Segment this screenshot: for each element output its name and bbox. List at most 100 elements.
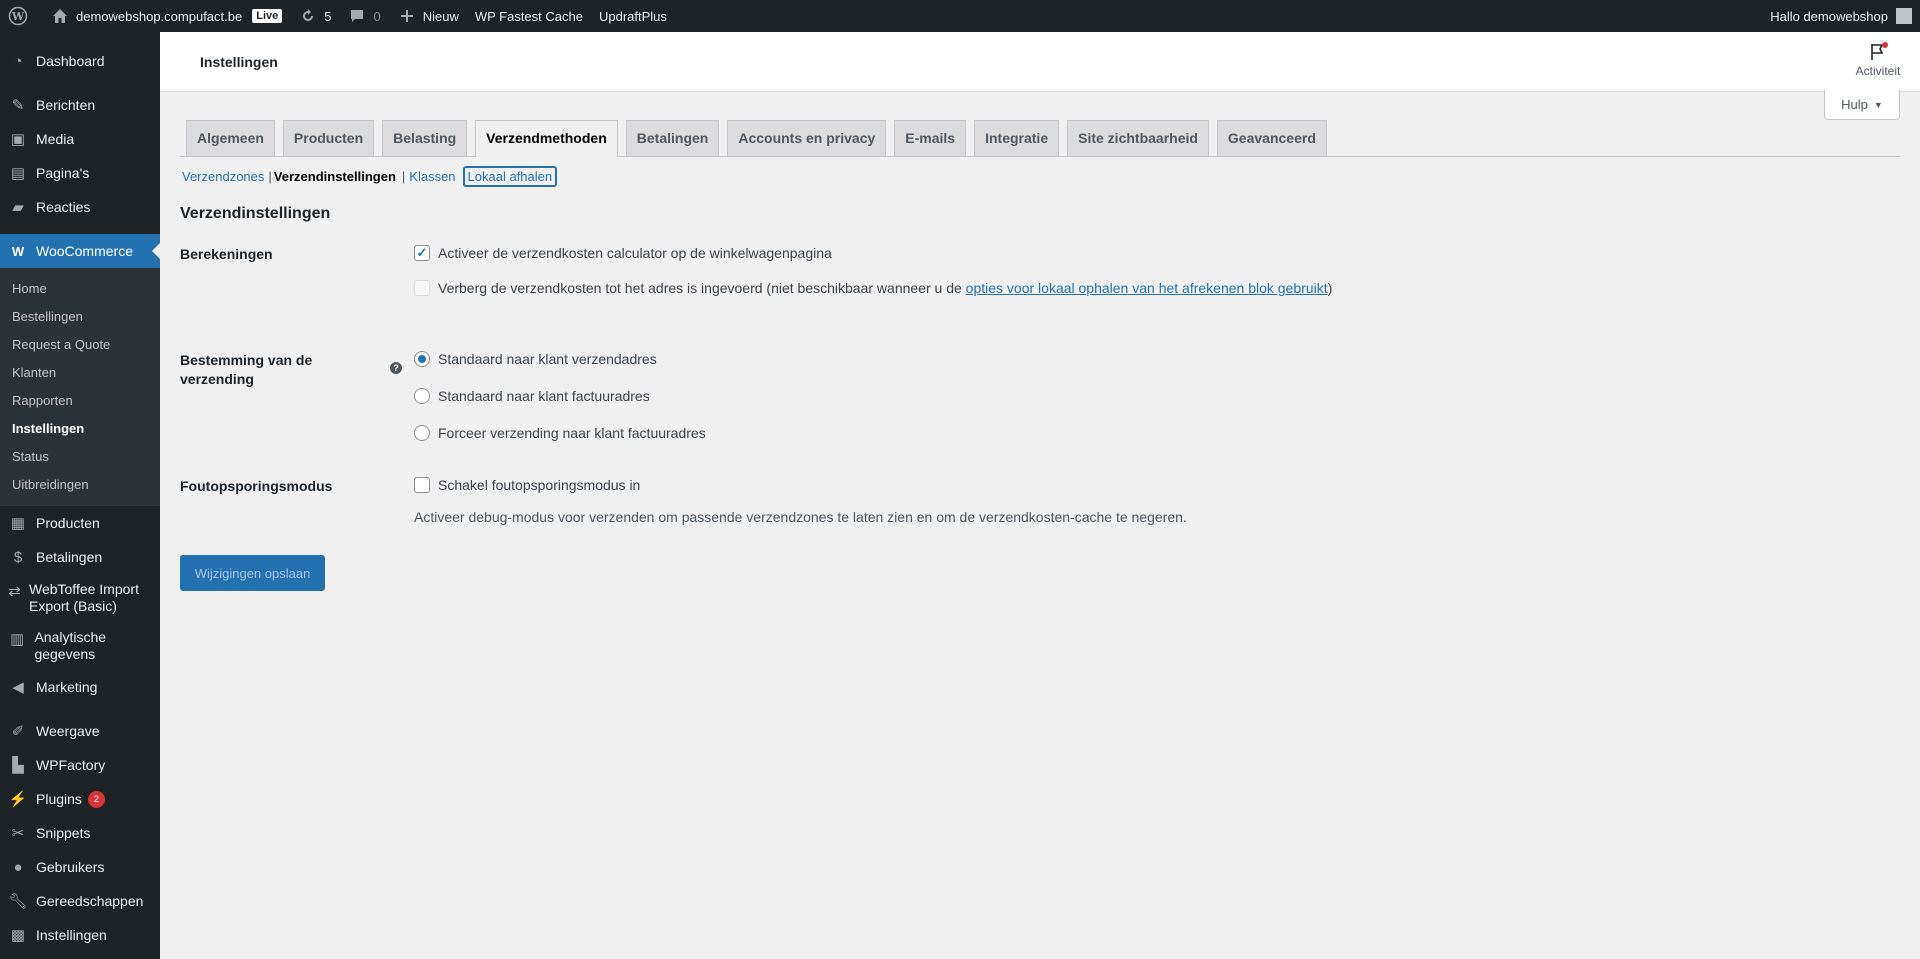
menu-settings-label: Instellingen: [36, 927, 107, 943]
help-button[interactable]: Hulp ▼: [1824, 90, 1900, 120]
updates-link[interactable]: 5: [290, 0, 339, 32]
destination-option-shipping[interactable]: Standaard naar klant verzendadres: [414, 351, 657, 367]
tab-emails[interactable]: E-mails: [894, 120, 967, 156]
tab-accounts-privacy[interactable]: Accounts en privacy: [727, 120, 887, 156]
new-content-link[interactable]: Nieuw: [389, 0, 467, 32]
destination-option-billing[interactable]: Standaard naar klant factuuradres: [414, 388, 650, 404]
megaphone-icon: ◀: [12, 679, 24, 696]
menu-media[interactable]: ▣ Media: [0, 122, 160, 156]
enable-calculator-checkbox[interactable]: ✓: [414, 245, 430, 261]
subnav-classes[interactable]: Klassen: [407, 169, 457, 184]
site-name-link[interactable]: demowebshop.compufact.be Live: [42, 0, 290, 32]
menu-snippets[interactable]: ✂ Snippets: [0, 816, 160, 850]
menu-posts-label: Berichten: [36, 97, 96, 113]
menu-analytics[interactable]: ▥ Analytische gegevens: [0, 622, 160, 670]
activity-label: Activiteit: [1855, 64, 1901, 78]
tab-advanced[interactable]: Geavanceerd: [1216, 120, 1327, 156]
destination-option-force-billing[interactable]: Forceer verzending naar klant factuuradr…: [414, 425, 706, 441]
debug-checkbox[interactable]: [414, 477, 430, 493]
menu-appearance[interactable]: ✐ Weergave: [0, 714, 160, 748]
tab-site-visibility[interactable]: Site zichtbaarheid: [1067, 120, 1209, 156]
local-pickup-options-link[interactable]: opties voor lokaal ophalen van het afrek…: [966, 280, 1328, 296]
menu-appearance-label: Weergave: [36, 723, 100, 739]
calculations-label: Berekeningen: [180, 246, 273, 262]
user-icon: ●: [13, 858, 23, 876]
submenu-home[interactable]: Home: [0, 275, 160, 303]
scissors-icon: ✂: [11, 825, 25, 842]
activity-button[interactable]: Activiteit: [1848, 42, 1908, 78]
subnav-shipping-settings[interactable]: Verzendinstellingen: [274, 169, 396, 184]
destination-option-shipping-text: Standaard naar klant verzendadres: [438, 351, 657, 367]
dollar-icon: $: [13, 548, 23, 566]
menu-payments-label: Betalingen: [36, 549, 103, 565]
debug-option[interactable]: Schakel foutopsporingsmodus in: [414, 477, 640, 493]
menu-wpfactory-label: WPFactory: [36, 757, 106, 773]
save-changes-button[interactable]: Wijzigingen opslaan: [180, 555, 325, 591]
enable-calculator-option[interactable]: ✓ Activeer de verzendkosten calculator o…: [414, 245, 832, 261]
woocommerce-submenu: Home Bestellingen Request a Quote Klante…: [0, 268, 160, 506]
tab-integration[interactable]: Integratie: [974, 120, 1060, 156]
settings-icon: ▩: [10, 927, 26, 944]
hide-shipping-suffix: ): [1327, 280, 1333, 296]
menu-webtoffee[interactable]: ⇄ WebToffee Import Export (Basic): [0, 574, 160, 622]
plus-icon: [397, 6, 417, 26]
tab-tax[interactable]: Belasting: [382, 120, 468, 156]
live-badge: Live: [252, 9, 283, 23]
destination-radio-shipping[interactable]: [414, 351, 430, 367]
debug-description: Activeer debug-modus voor verzenden om p…: [414, 509, 1187, 525]
submenu-orders[interactable]: Bestellingen: [0, 303, 160, 331]
refresh-icon: [298, 6, 318, 26]
menu-payments[interactable]: $ Betalingen: [0, 540, 160, 574]
menu-dashboard[interactable]: ◔ Dashboard: [0, 44, 160, 78]
submenu-status[interactable]: Status: [0, 443, 160, 471]
pin-icon: ✎: [11, 97, 25, 114]
page-header: Instellingen Activiteit: [160, 32, 1920, 92]
subnav-shipping-zones[interactable]: Verzendzones: [180, 169, 266, 184]
woocommerce-icon: W: [11, 243, 25, 259]
submenu-settings[interactable]: Instellingen: [0, 415, 160, 443]
submenu-reports[interactable]: Rapporten: [0, 387, 160, 415]
help-label: Hulp: [1841, 97, 1868, 112]
destination-option-billing-text: Standaard naar klant factuuradres: [438, 388, 650, 404]
destination-radio-force-billing[interactable]: [414, 425, 430, 441]
menu-plugins[interactable]: ⚡ Plugins 2: [0, 782, 160, 816]
hide-shipping-checkbox[interactable]: [414, 280, 430, 296]
menu-woocommerce[interactable]: W WooCommerce: [0, 234, 160, 268]
submenu-request-quote[interactable]: Request a Quote: [0, 331, 160, 359]
archive-icon: ▦: [10, 515, 26, 532]
tab-products[interactable]: Producten: [282, 120, 375, 156]
tab-shipping[interactable]: Verzendmethoden: [475, 120, 618, 157]
destination-option-force-billing-text: Forceer verzending naar klant factuuradr…: [438, 425, 706, 441]
menu-comments[interactable]: ▰ Reacties: [0, 190, 160, 224]
greeting: Hallo demowebshop: [1770, 8, 1888, 24]
menu-tools[interactable]: 🔧︎ Gereedschappen: [0, 884, 160, 918]
menu-settings[interactable]: ▩ Instellingen: [0, 918, 160, 952]
hide-shipping-option[interactable]: Verberg de verzendkosten tot het adres i…: [414, 280, 1332, 296]
updraftplus-link[interactable]: UpdraftPlus: [591, 0, 675, 32]
menu-users[interactable]: ● Gebruikers: [0, 850, 160, 884]
my-account-link[interactable]: Hallo demowebshop: [1762, 0, 1920, 32]
bar-chart-icon: ▥: [10, 630, 25, 648]
tab-payments[interactable]: Betalingen: [625, 120, 720, 156]
menu-media-label: Media: [36, 131, 75, 147]
submenu-extensions[interactable]: Uitbreidingen: [0, 471, 160, 499]
menu-wpfactory[interactable]: ▙ WPFactory: [0, 748, 160, 782]
menu-products[interactable]: ▦ Producten: [0, 506, 160, 540]
comments-link[interactable]: 0: [339, 0, 388, 32]
menu-marketing[interactable]: ◀ Marketing: [0, 670, 160, 704]
pages-icon: ▤: [10, 165, 26, 182]
subnav-local-pickup[interactable]: Lokaal afhalen: [463, 166, 557, 186]
factory-icon: ▙: [12, 757, 24, 774]
menu-posts[interactable]: ✎ Berichten: [0, 88, 160, 122]
submenu-customers[interactable]: Klanten: [0, 359, 160, 387]
destination-radio-billing[interactable]: [414, 388, 430, 404]
wordpress-logo-button[interactable]: W: [0, 0, 42, 32]
menu-pages[interactable]: ▤ Pagina's: [0, 156, 160, 190]
brush-icon: ✐: [11, 723, 25, 740]
menu-pages-label: Pagina's: [36, 165, 90, 181]
tab-general[interactable]: Algemeen: [186, 120, 275, 156]
wp-fastest-cache-link[interactable]: WP Fastest Cache: [467, 0, 591, 32]
help-tip-icon[interactable]: ?: [390, 362, 402, 374]
comment-icon: [347, 6, 367, 26]
site-name: demowebshop.compufact.be: [76, 8, 243, 24]
